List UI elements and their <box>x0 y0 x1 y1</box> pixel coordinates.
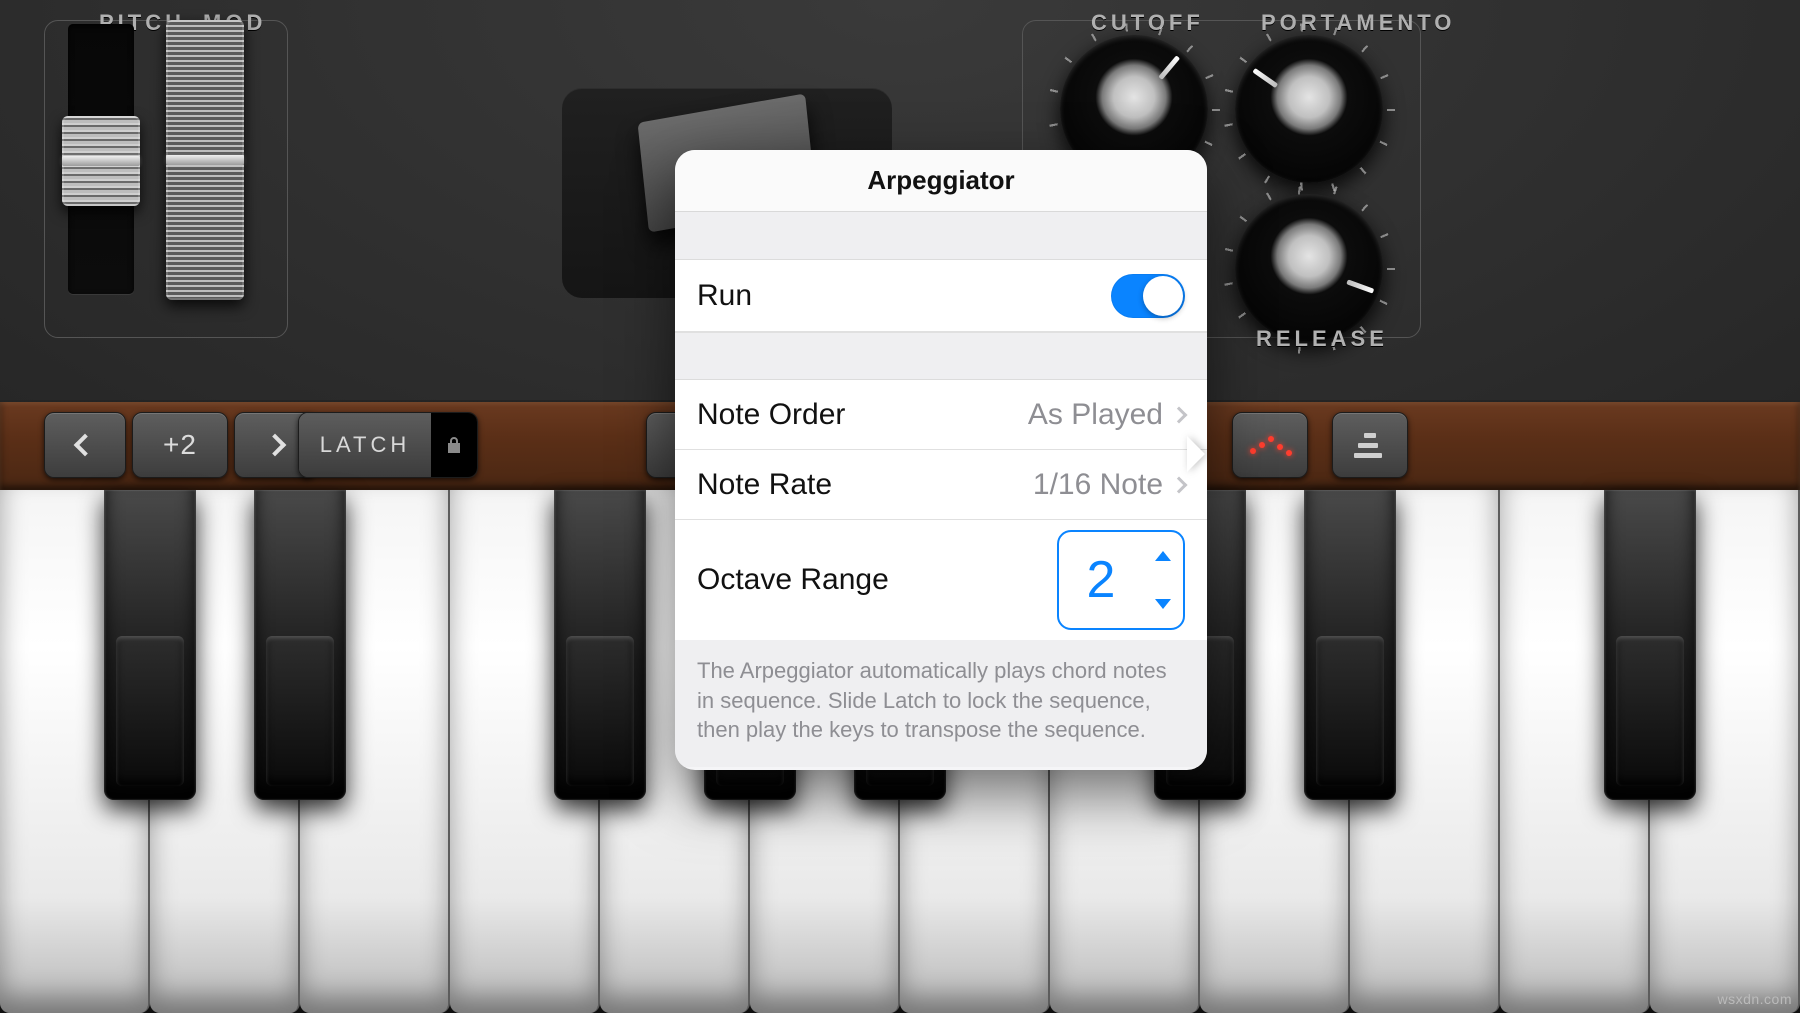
octave-range-row: Octave Range 2 <box>675 520 1207 640</box>
keyboard-width-button[interactable] <box>1332 412 1408 478</box>
mod-slider[interactable] <box>166 20 244 300</box>
note-order-row[interactable]: Note Order As Played <box>675 380 1207 450</box>
note-order-value: As Played <box>1028 398 1163 432</box>
popover-footer-text: The Arpeggiator automatically plays chor… <box>675 640 1207 767</box>
triangle-up-icon <box>1155 551 1171 561</box>
popover-title: Arpeggiator <box>675 150 1207 212</box>
note-rate-value: 1/16 Note <box>1033 468 1163 502</box>
stepper-up-button[interactable] <box>1143 532 1183 580</box>
octave-range-label: Octave Range <box>697 563 889 597</box>
chevron-left-icon <box>74 434 97 457</box>
popover-spacer <box>675 332 1207 380</box>
popover-spacer <box>675 212 1207 260</box>
synth-app: PITCH MOD D CUTOFF PORTAMENTO RELEASE +2 <box>0 0 1800 1013</box>
chevron-right-icon <box>1171 406 1188 423</box>
release-label: RELEASE <box>1256 326 1388 352</box>
release-knob[interactable] <box>1235 194 1383 342</box>
black-key[interactable] <box>1304 490 1396 800</box>
arpeggiator-button[interactable] <box>1232 412 1308 478</box>
latch-label: LATCH <box>299 413 431 477</box>
octave-value-button[interactable]: +2 <box>132 412 228 478</box>
portamento-knob[interactable] <box>1235 35 1383 183</box>
black-key[interactable] <box>1604 490 1696 800</box>
mod-slider-track <box>172 24 238 294</box>
octave-value-text: +2 <box>163 429 197 461</box>
octave-range-stepper[interactable]: 2 <box>1057 530 1185 630</box>
chevron-right-icon <box>264 434 287 457</box>
note-rate-row[interactable]: Note Rate 1/16 Note <box>675 450 1207 520</box>
octave-range-value: 2 <box>1059 532 1143 628</box>
keyboard-width-icon <box>1358 433 1382 458</box>
chevron-right-icon <box>1171 476 1188 493</box>
latch-toggle[interactable]: LATCH <box>298 412 478 478</box>
pitch-slider[interactable] <box>62 116 140 206</box>
black-key[interactable] <box>104 490 196 800</box>
triangle-down-icon <box>1155 599 1171 609</box>
arpeggiator-icon <box>1250 434 1290 456</box>
stepper-down-button[interactable] <box>1143 580 1183 628</box>
arpeggiator-popover: Arpeggiator Run Note Order As Played Not… <box>675 150 1207 770</box>
run-label: Run <box>697 279 752 313</box>
note-rate-label: Note Rate <box>697 468 832 502</box>
pitch-slider-track <box>68 24 134 294</box>
note-order-label: Note Order <box>697 398 845 432</box>
black-key[interactable] <box>554 490 646 800</box>
watermark: wsxdn.com <box>1717 991 1792 1007</box>
octave-down-button[interactable] <box>44 412 126 478</box>
run-row: Run <box>675 260 1207 332</box>
run-toggle[interactable] <box>1111 274 1185 318</box>
lock-icon <box>431 413 477 477</box>
black-key[interactable] <box>254 490 346 800</box>
popover-arrow-icon <box>1187 436 1207 472</box>
